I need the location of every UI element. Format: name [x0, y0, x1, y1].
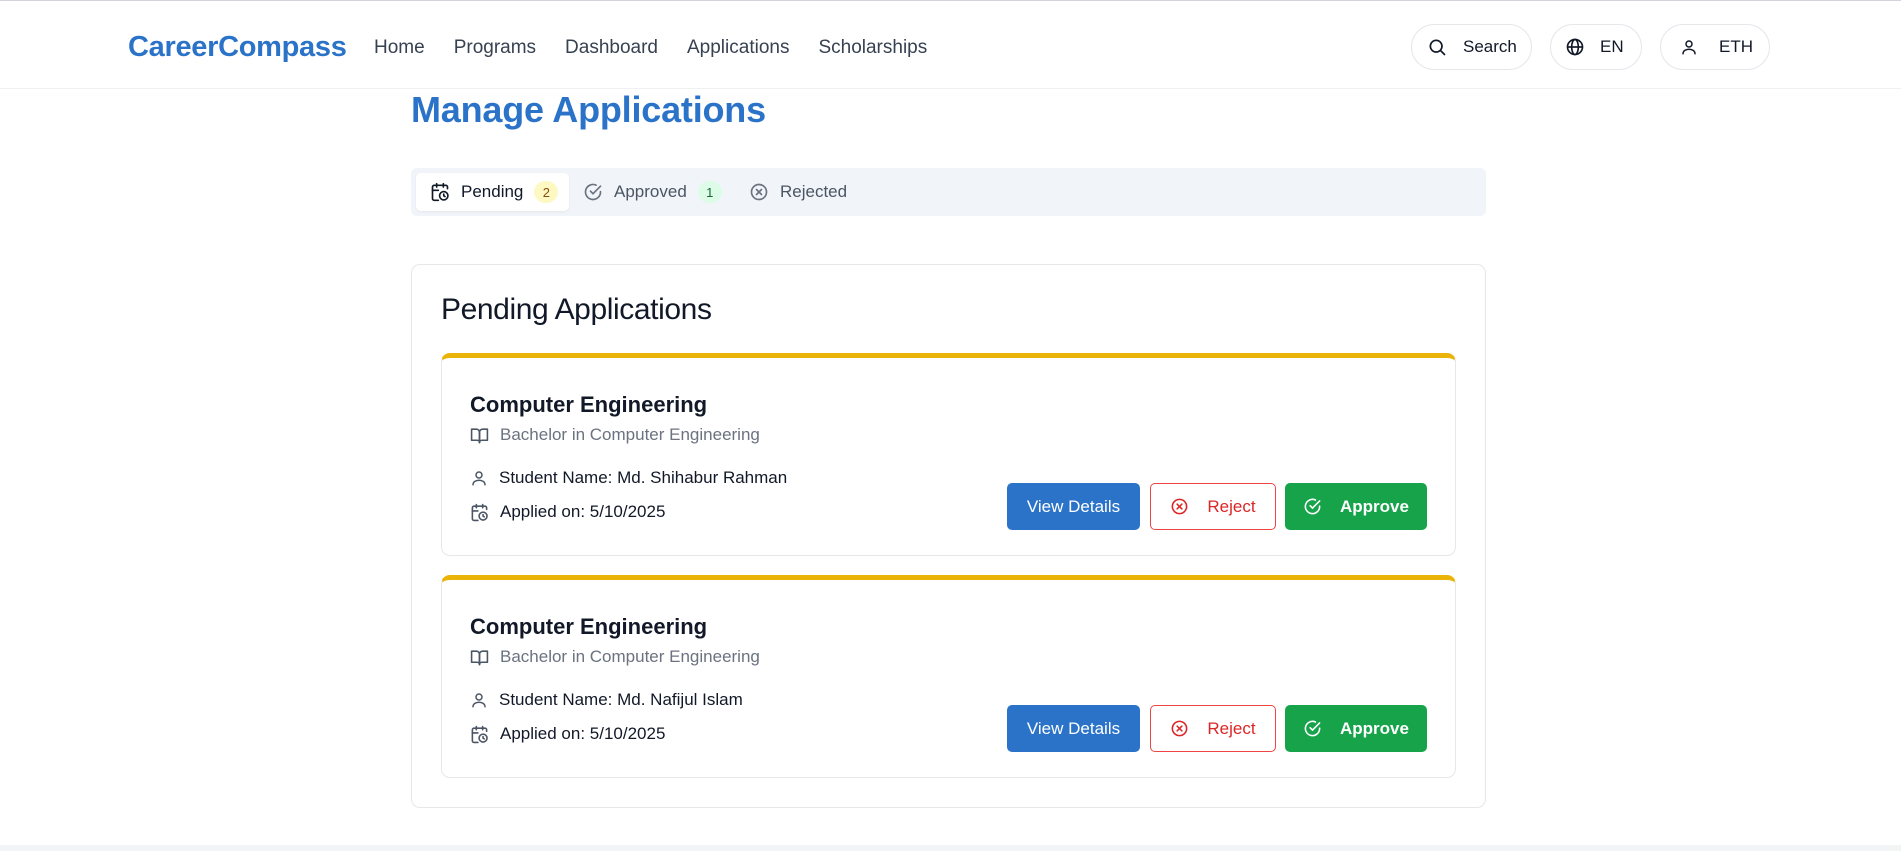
approve-button[interactable]: Approve: [1285, 483, 1427, 530]
calendar-clock-icon: [471, 503, 488, 521]
book-icon: [470, 427, 489, 443]
user-icon: [1682, 40, 1696, 55]
site-header: CareerCompass Home Programs Dashboard Ap…: [0, 1, 1901, 89]
page-title: Manage Applications: [411, 89, 766, 130]
student-name: Student Name: Md. Nafijul Islam: [499, 690, 743, 709]
application-card: Computer Engineering Bachelor in Compute…: [441, 353, 1456, 556]
applied-date-row: Applied on: 5/10/2025: [470, 502, 665, 522]
x-circle-icon: [1171, 720, 1188, 737]
reject-button[interactable]: Reject: [1150, 705, 1276, 752]
search-label: Search: [1463, 37, 1517, 56]
view-details-button[interactable]: View Details: [1007, 705, 1140, 752]
calendar-clock-icon: [431, 182, 449, 202]
program-name: Computer Engineering: [470, 392, 708, 417]
logo[interactable]: CareerCompass: [128, 31, 347, 64]
footer-edge: [0, 845, 1901, 851]
tab-rejected[interactable]: Rejected: [749, 173, 869, 211]
main-nav: Home Programs Dashboard Applications Sch…: [374, 37, 956, 59]
applied-date-row: Applied on: 5/10/2025: [470, 724, 665, 744]
tab-rejected-label: Rejected: [780, 182, 848, 201]
degree-row: Bachelor in Computer Engineering: [470, 647, 760, 667]
nav-scholarships[interactable]: Scholarships: [818, 37, 927, 59]
approve-label: Approve: [1340, 718, 1409, 738]
approve-label: Approve: [1340, 496, 1409, 516]
language-button[interactable]: EN: [1550, 24, 1642, 70]
check-circle-icon: [584, 183, 602, 201]
user-icon: [472, 693, 486, 708]
degree-text: Bachelor in Computer Engineering: [500, 647, 760, 666]
tab-approved[interactable]: Approved 1: [583, 173, 733, 211]
x-circle-icon: [750, 183, 768, 201]
panel-title: Pending Applications: [441, 293, 712, 326]
tab-approved-label: Approved: [614, 182, 687, 201]
program-name: Computer Engineering: [470, 614, 708, 639]
view-details-label: View Details: [1026, 718, 1121, 738]
nav-dashboard[interactable]: Dashboard: [565, 37, 658, 59]
pending-applications-panel: Pending Applications Computer Engineerin…: [411, 264, 1486, 808]
nav-programs[interactable]: Programs: [454, 37, 536, 59]
user-icon: [472, 471, 486, 486]
tab-pending[interactable]: Pending 2: [416, 173, 569, 211]
check-circle-icon: [1304, 498, 1321, 515]
application-card: Computer Engineering Bachelor in Compute…: [441, 575, 1456, 778]
applied-date: Applied on: 5/10/2025: [500, 724, 666, 743]
x-circle-icon: [1171, 498, 1188, 515]
student-row: Student Name: Md. Shihabur Rahman: [470, 468, 787, 488]
reject-button[interactable]: Reject: [1150, 483, 1276, 530]
calendar-clock-icon: [471, 725, 488, 743]
nav-home[interactable]: Home: [374, 37, 425, 59]
degree-row: Bachelor in Computer Engineering: [470, 425, 760, 445]
approved-count-badge: 1: [697, 181, 722, 203]
check-circle-icon: [1304, 720, 1321, 737]
student-row: Student Name: Md. Nafijul Islam: [470, 690, 743, 710]
view-details-label: View Details: [1026, 496, 1121, 516]
view-details-button[interactable]: View Details: [1007, 483, 1140, 530]
applied-date: Applied on: 5/10/2025: [500, 502, 666, 521]
status-tabs: Pending 2 Approved 1 Rejected: [411, 168, 1486, 216]
nav-applications[interactable]: Applications: [687, 37, 789, 59]
user-label: ETH: [1719, 37, 1753, 56]
globe-icon: [1566, 38, 1584, 56]
user-menu-button[interactable]: ETH: [1660, 24, 1770, 70]
search-icon: [1429, 39, 1446, 56]
tab-pending-label: Pending: [461, 182, 524, 201]
book-icon: [470, 649, 489, 665]
language-label: EN: [1600, 37, 1624, 56]
reject-label: Reject: [1207, 718, 1256, 738]
reject-label: Reject: [1207, 496, 1256, 516]
approve-button[interactable]: Approve: [1285, 705, 1427, 752]
degree-text: Bachelor in Computer Engineering: [500, 425, 760, 444]
student-name: Student Name: Md. Shihabur Rahman: [499, 468, 788, 487]
pending-count-badge: 2: [534, 181, 559, 203]
search-button[interactable]: Search: [1411, 24, 1532, 70]
